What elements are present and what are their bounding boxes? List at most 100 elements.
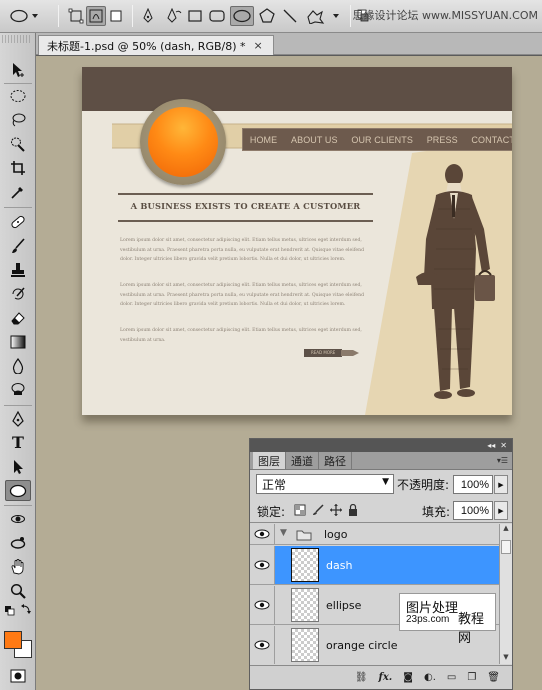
toolbox: T [0, 33, 36, 690]
lock-transparency-icon[interactable] [294, 504, 306, 516]
ellipse-tool[interactable] [5, 480, 31, 501]
brush-tool[interactable] [5, 235, 31, 256]
dodge-icon [11, 382, 25, 395]
scroll-up-arrow-icon[interactable]: ▲ [500, 524, 512, 535]
collapse-icon[interactable]: ◂◂ [487, 441, 495, 450]
tool-preset-picker[interactable] [8, 6, 42, 26]
visibility-eye-icon[interactable] [250, 626, 275, 664]
zoom-tool[interactable] [5, 580, 31, 601]
elliptical-marquee-tool[interactable] [5, 85, 31, 106]
document-tab[interactable]: 未标题-1.psd @ 50% (dash, RGB/8) * × [38, 35, 274, 55]
dodge-tool[interactable] [5, 379, 31, 400]
eyedropper-icon [11, 186, 23, 199]
toolbox-grip[interactable] [2, 35, 32, 43]
drop-icon [12, 357, 24, 374]
custom-shape-button[interactable] [304, 6, 344, 26]
lock-pixels-brush-icon[interactable] [312, 504, 324, 516]
link-layers-icon[interactable]: ⛓ [355, 672, 368, 683]
rectangle-shape-button[interactable] [186, 6, 204, 26]
layer-list-scrollbar[interactable]: ▲ ▼ [499, 524, 512, 664]
ellipse-preset-icon [10, 9, 38, 23]
ellipse-shape-button[interactable] [230, 6, 254, 26]
close-tab-icon[interactable]: × [254, 39, 263, 52]
layer-thumbnail [291, 548, 319, 582]
clone-stamp-tool[interactable] [5, 259, 31, 280]
panel-menu-icon[interactable]: ▾☰ [497, 456, 508, 465]
layer-group-logo[interactable]: ▼ logo [250, 524, 499, 545]
fill-pixels-button[interactable] [106, 6, 126, 26]
quick-mask-button[interactable] [5, 665, 31, 686]
document-tab-bar: 未标题-1.psd @ 50% (dash, RGB/8) * × [36, 33, 542, 55]
lasso-tool[interactable] [5, 109, 31, 130]
foreground-color-swatch[interactable] [4, 631, 22, 649]
gradient-tool[interactable] [5, 331, 31, 352]
blend-mode-select[interactable]: 正常 ▼ [256, 474, 394, 494]
add-mask-icon[interactable]: ◙ [403, 672, 413, 683]
hand-tool[interactable] [5, 556, 31, 577]
navigation-bar: HOME ABOUT US OUR CLIENTS PRESS CONTACT … [242, 128, 512, 151]
default-colors-button[interactable] [3, 603, 33, 617]
adjustment-layer-icon[interactable]: ◐. [424, 672, 436, 683]
shape-layers-button[interactable] [66, 6, 86, 26]
blur-tool[interactable] [5, 355, 31, 376]
custom-shape-icon [307, 10, 339, 24]
spot-healing-brush-tool[interactable] [5, 211, 31, 232]
pen-tool-button[interactable] [139, 6, 157, 26]
lock-row: 锁定: 填充: 100% ▶ [250, 498, 512, 523]
scroll-down-arrow-icon[interactable]: ▼ [500, 653, 512, 664]
3d-rotate-tool[interactable] [5, 508, 31, 529]
visibility-eye-icon[interactable] [250, 524, 275, 544]
site-watermark: 图片处理 23ps.com 教程网 [399, 593, 496, 646]
fx-icon[interactable]: fx. [379, 672, 393, 683]
pen-tool[interactable] [5, 408, 31, 429]
type-t-icon: T [12, 433, 24, 452]
lasso-icon [12, 113, 26, 126]
forum-watermark: 思缘设计论坛 www.MISSYUAN.COM [352, 9, 538, 22]
nav-contact-us[interactable]: CONTACT US [471, 135, 512, 145]
fill-slider-arrow-icon[interactable]: ▶ [494, 501, 508, 520]
panel-title-bar[interactable]: ◂◂ ✕ [250, 439, 512, 452]
expand-triangle-icon[interactable]: ▼ [280, 528, 287, 538]
nav-our-clients[interactable]: OUR CLIENTS [351, 135, 413, 145]
quick-mask-icon [10, 669, 26, 682]
freeform-pen-button[interactable] [163, 6, 183, 26]
fill-input[interactable]: 100% [453, 501, 493, 520]
crop-tool[interactable] [5, 157, 31, 178]
layers-footer: ⛓ fx. ◙ ◐. ▭ ❐ 🗑 [250, 665, 512, 689]
layer-row-dash[interactable]: dash [250, 546, 499, 585]
opacity-input[interactable]: 100% [453, 475, 493, 494]
path-selection-icon [14, 459, 23, 474]
opacity-slider-arrow-icon[interactable]: ▶ [494, 475, 508, 494]
trash-icon[interactable]: 🗑 [487, 672, 500, 683]
paths-button[interactable] [86, 6, 106, 26]
quick-selection-tool[interactable] [5, 133, 31, 154]
rounded-rectangle-button[interactable] [207, 6, 227, 26]
lock-all-padlock-icon[interactable] [347, 504, 359, 516]
visibility-eye-icon[interactable] [250, 586, 275, 624]
shape-layers-icon [68, 8, 84, 24]
lock-position-move-icon[interactable] [330, 504, 342, 516]
tab-layers[interactable]: 图层 [253, 452, 286, 469]
type-tool[interactable]: T [5, 432, 31, 453]
nav-press[interactable]: PRESS [427, 135, 458, 145]
nav-about-us[interactable]: ABOUT US [291, 135, 338, 145]
eyedropper-tool[interactable] [5, 181, 31, 202]
line-shape-button[interactable] [281, 6, 299, 26]
pen-nib-icon [12, 410, 24, 427]
polygon-shape-button[interactable] [257, 6, 277, 26]
tab-paths[interactable]: 路径 [319, 452, 352, 469]
nav-home[interactable]: HOME [250, 135, 277, 145]
new-group-icon[interactable]: ▭ [447, 672, 456, 683]
path-selection-tool[interactable] [5, 456, 31, 477]
pen-icon [143, 8, 153, 23]
scroll-thumb[interactable] [501, 540, 511, 554]
new-layer-icon[interactable]: ❐ [467, 672, 476, 683]
3d-orbit-tool[interactable] [5, 532, 31, 553]
tab-channels[interactable]: 通道 [286, 452, 319, 469]
history-brush-tool[interactable] [5, 283, 31, 304]
move-tool[interactable] [5, 59, 31, 80]
visibility-eye-icon[interactable] [250, 546, 275, 584]
eraser-tool[interactable] [5, 307, 31, 328]
panel-close-icon[interactable]: ✕ [500, 441, 507, 450]
document-title: 未标题-1.psd @ 50% (dash, RGB/8) * [47, 39, 246, 53]
